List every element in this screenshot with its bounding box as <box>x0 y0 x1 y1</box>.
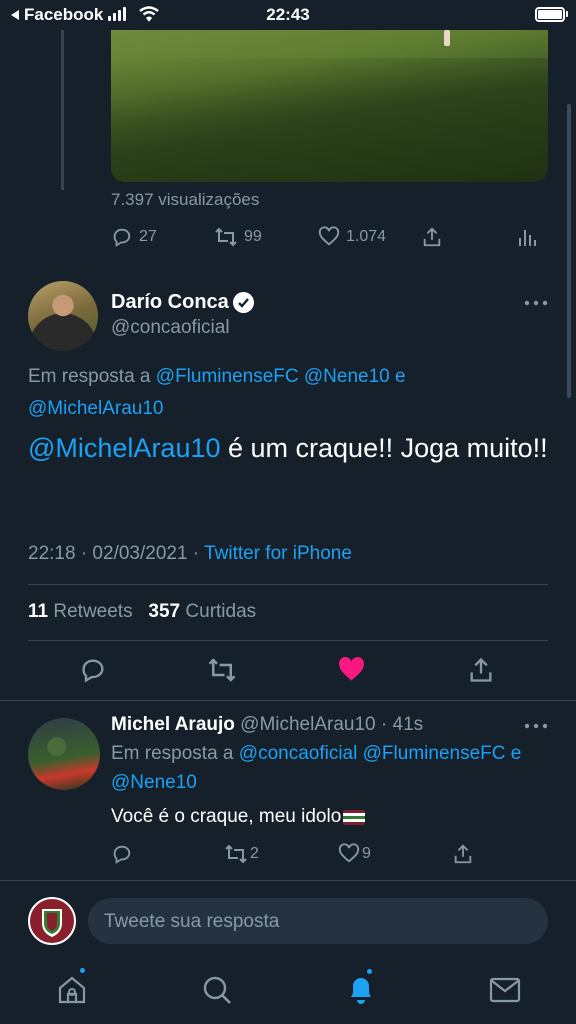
tab-notifications[interactable] <box>345 967 377 1011</box>
retweet-icon <box>225 844 247 864</box>
mention-link[interactable]: @Nene10 <box>304 366 390 387</box>
likes-link[interactable]: 357 Curtidas <box>148 601 256 622</box>
status-bar: Facebook 22:43 <box>0 0 576 30</box>
mention-link[interactable]: @Nene10 <box>111 772 197 793</box>
like-total: 357 <box>148 601 181 622</box>
tab-search[interactable] <box>201 974 233 1011</box>
like-button[interactable] <box>337 656 366 689</box>
reply-action[interactable] <box>111 843 133 865</box>
thread-line <box>61 30 64 190</box>
timestamp: 22:18 · 02/03/2021 · <box>28 543 205 564</box>
divider <box>28 584 548 585</box>
reply-and: e <box>510 743 522 764</box>
heart-filled-icon <box>339 656 364 681</box>
search-icon <box>203 976 231 1004</box>
more-icon <box>524 300 548 306</box>
heart-outline-icon <box>318 226 340 246</box>
reply-context: Em resposta a @concaoficial @FluminenseF… <box>111 739 556 797</box>
reply-icon <box>82 659 104 683</box>
tweet-text: @MichelArau10 é um craque!! Joga muito!! <box>28 425 548 471</box>
mention-link[interactable]: @concaoficial <box>239 743 358 764</box>
crest-icon <box>42 909 62 937</box>
battery-icon <box>535 7 565 22</box>
video-thumbnail[interactable] <box>111 30 548 182</box>
more-icon <box>524 723 548 729</box>
display-name[interactable]: Darío Conca <box>111 291 229 314</box>
retweets-link[interactable]: 11 Retweets <box>28 601 133 622</box>
retweet-count: 99 <box>244 228 262 245</box>
divider <box>28 640 548 641</box>
home-icon <box>58 976 86 1004</box>
reply-action[interactable]: 27 <box>111 226 157 248</box>
display-name[interactable]: Michel Araujo <box>111 714 235 735</box>
retweet-icon <box>215 227 237 247</box>
like-count: 1.074 <box>346 228 387 245</box>
reply-prefix: Em resposta a <box>28 366 151 387</box>
share-action[interactable] <box>421 226 443 248</box>
share-icon <box>423 227 441 247</box>
share-icon <box>470 657 492 682</box>
mention-link[interactable]: @FluminenseFC <box>156 366 299 387</box>
divider <box>0 700 576 701</box>
like-action[interactable]: 1.074 <box>318 226 386 248</box>
handle-time: @MichelArau10 · 41s <box>240 714 424 735</box>
reply-body: Você é o craque, meu idolo <box>111 806 342 827</box>
engagement-stats: 11 Retweets 357 Curtidas <box>28 601 256 623</box>
analytics-icon <box>519 230 536 246</box>
share-button[interactable] <box>467 656 495 684</box>
reply-icon <box>113 845 131 864</box>
divider <box>0 880 576 881</box>
reply-input[interactable]: Tweete sua resposta <box>88 898 548 944</box>
tab-home[interactable] <box>56 966 88 1011</box>
more-options-button[interactable] <box>523 294 549 317</box>
battery-tip <box>566 11 568 17</box>
user-handle[interactable]: @concaoficial <box>111 317 230 339</box>
reply-text: Você é o craque, meu idolo <box>111 806 366 828</box>
verified-badge-icon <box>233 292 254 313</box>
mention-link[interactable]: @MichelArau10 <box>28 398 163 419</box>
notifications-icon <box>351 978 371 1004</box>
like-count: 9 <box>362 845 371 862</box>
tab-bar <box>0 955 576 1024</box>
retweet-count: 2 <box>250 845 259 862</box>
retweet-button[interactable] <box>207 656 237 684</box>
likes-label: Curtidas <box>185 601 257 622</box>
reply-icon <box>113 228 131 247</box>
reply-prefix: Em resposta a <box>111 743 234 764</box>
reply-header: Michel Araujo @MichelArau10 · 41s <box>111 714 423 736</box>
view-count: 7.397 visualizações <box>111 190 260 209</box>
tab-messages[interactable] <box>489 976 521 1009</box>
like-action[interactable]: 9 <box>338 843 371 865</box>
mention-link[interactable]: @FluminenseFC <box>363 743 506 764</box>
share-action[interactable] <box>452 843 474 865</box>
reply-button[interactable] <box>79 656 107 684</box>
source-link[interactable]: Twitter for iPhone <box>204 543 352 564</box>
heart-outline-icon <box>338 843 360 863</box>
avatar[interactable] <box>28 718 100 790</box>
messages-icon <box>489 977 521 1003</box>
retweet-action[interactable]: 99 <box>214 226 262 248</box>
mention-link[interactable]: @MichelArau10 <box>28 433 221 463</box>
analytics-action[interactable] <box>517 226 537 248</box>
reply-count: 27 <box>139 228 157 245</box>
reply-and: e <box>395 366 406 387</box>
flag-emoji-icon <box>343 809 366 825</box>
share-icon <box>454 844 472 864</box>
retweet-icon <box>208 658 236 682</box>
avatar[interactable] <box>28 897 76 945</box>
retweets-label: Retweets <box>53 601 133 622</box>
tweet-meta: 22:18 · 02/03/2021 · Twitter for iPhone <box>28 543 352 565</box>
more-options-button[interactable] <box>523 717 549 740</box>
avatar[interactable] <box>28 281 98 351</box>
tweet-body: é um craque!! Joga muito!! <box>220 433 548 463</box>
clock: 22:43 <box>266 5 310 24</box>
reply-context: Em resposta a @FluminenseFC @Nene10 e @M… <box>28 361 528 425</box>
retweet-action[interactable]: 2 <box>224 843 259 865</box>
scrollbar[interactable] <box>567 104 571 398</box>
retweet-total: 11 <box>28 601 49 622</box>
